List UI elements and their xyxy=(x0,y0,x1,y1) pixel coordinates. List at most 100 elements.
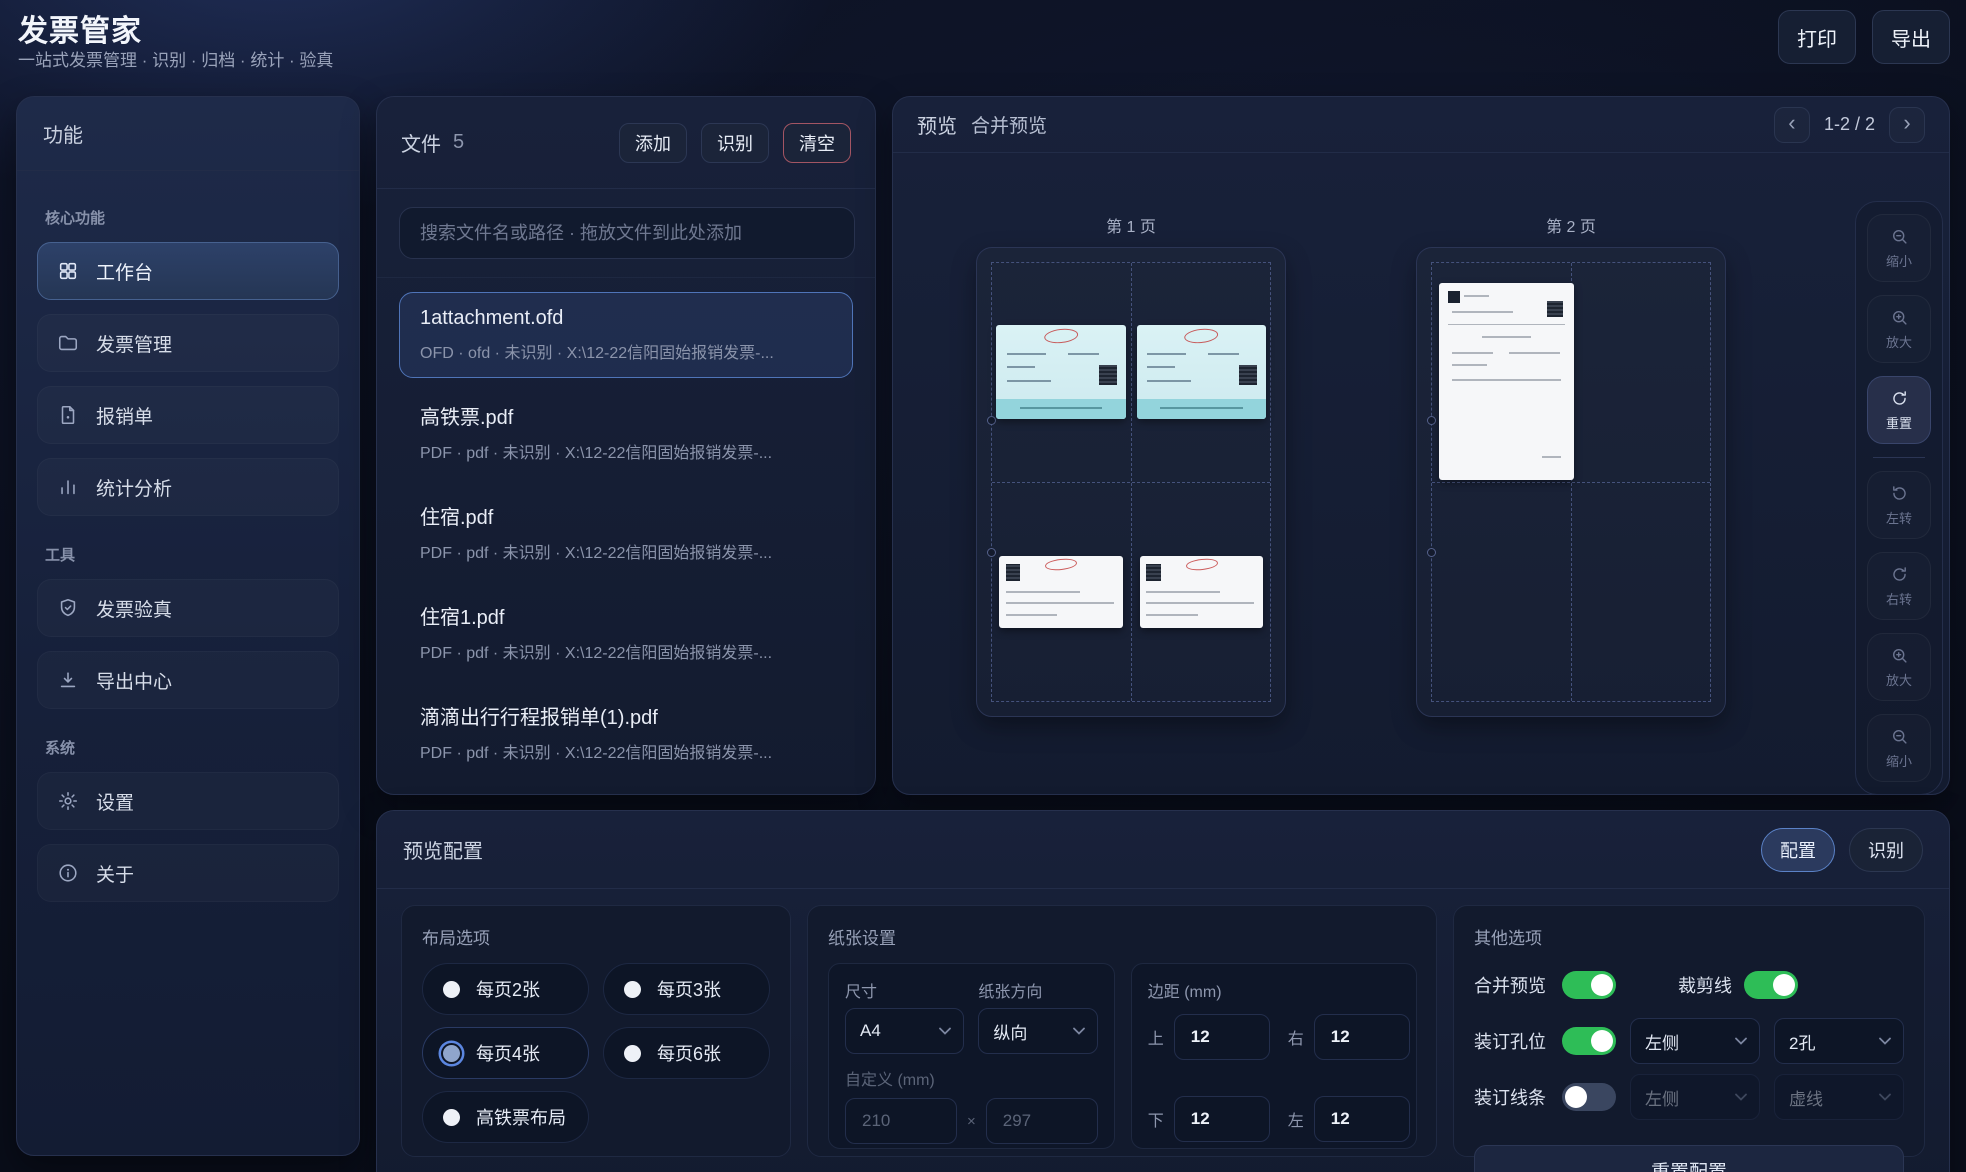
page-sheet xyxy=(1416,247,1726,717)
app-window: 发票管家 一站式发票管理 · 识别 · 归档 · 统计 · 验真 打印 导出 功… xyxy=(0,0,1966,1172)
search-input[interactable] xyxy=(399,207,855,259)
crop-line-toggle[interactable] xyxy=(1744,971,1798,999)
paper-size-select[interactable]: A4 xyxy=(845,1008,964,1054)
config-title: 预览配置 xyxy=(403,835,483,864)
custom-width-input[interactable]: 210 xyxy=(845,1098,957,1144)
radio-selected-icon xyxy=(443,1045,460,1062)
file-item[interactable]: 住宿1.pdf PDF · pdf · 未识别 · X:\12-22信阳固始报销… xyxy=(399,586,853,678)
chevron-down-icon xyxy=(939,1027,951,1035)
binding-holes-count-select[interactable]: 2孔 xyxy=(1774,1018,1904,1064)
custom-height-input[interactable]: 297 xyxy=(986,1098,1098,1144)
sidebar-section-tools: 工具 xyxy=(45,544,331,565)
orientation-select[interactable]: 纵向 xyxy=(978,1008,1097,1054)
sidebar-item-label: 工作台 xyxy=(96,258,153,285)
reset-icon xyxy=(1890,389,1909,408)
bar-chart-icon xyxy=(56,475,80,499)
scale-up-button[interactable]: 放大 xyxy=(1867,633,1931,701)
file-item[interactable]: 1attachment.ofd OFD · ofd · 未识别 · X:\12-… xyxy=(399,292,853,378)
preview-page-2: 第 2 页 xyxy=(1416,213,1726,717)
preview-config-panel: 预览配置 配置 识别 布局选项 每页2张 每页3张 xyxy=(376,810,1950,1172)
size-label: 尺寸 xyxy=(845,978,964,1002)
radio-icon xyxy=(443,1109,460,1126)
print-button[interactable]: 打印 xyxy=(1778,10,1856,64)
sidebar-title: 功能 xyxy=(17,97,359,171)
clear-files-button[interactable]: 清空 xyxy=(783,123,851,163)
file-meta: PDF · pdf · 未识别 · X:\12-22信阳固始报销发票-... xyxy=(420,439,832,463)
other-options-card: 其他选项 合并预览 裁剪线 装订孔位 左侧 2孔 xyxy=(1453,905,1925,1157)
sidebar-item-expense-form[interactable]: 报销单 xyxy=(37,386,339,444)
margin-right-label: 右 xyxy=(1288,1025,1304,1049)
sidebar-item-invoice-manage[interactable]: 发票管理 xyxy=(37,314,339,372)
next-page-button[interactable]: › xyxy=(1889,107,1925,143)
reset-view-button[interactable]: 重置 xyxy=(1867,376,1931,444)
binding-holes-side-select[interactable]: 左侧 xyxy=(1630,1018,1760,1064)
margins-group: 边距 (mm) 上 12 右 12 下 xyxy=(1131,963,1417,1149)
margin-left-input[interactable]: 12 xyxy=(1314,1096,1410,1142)
file-name: 高铁票.pdf xyxy=(420,401,832,430)
scale-down-button[interactable]: 缩小 xyxy=(1867,714,1931,782)
invoice-thumbnail xyxy=(1137,325,1266,419)
sidebar-item-invoice-verify[interactable]: 发票验真 xyxy=(37,579,339,637)
binding-line-style-select[interactable]: 虚线 xyxy=(1774,1074,1904,1120)
recognize-tab-button[interactable]: 识别 xyxy=(1849,828,1923,872)
page-sheet xyxy=(976,247,1286,717)
file-item[interactable]: 住宿.pdf PDF · pdf · 未识别 · X:\12-22信阳固始报销发… xyxy=(399,486,853,578)
margin-bottom-input[interactable]: 12 xyxy=(1174,1096,1270,1142)
sidebar-item-label: 发票验真 xyxy=(96,595,172,622)
sidebar-item-label: 关于 xyxy=(96,860,134,887)
margin-right-input[interactable]: 12 xyxy=(1314,1014,1410,1060)
sidebar-item-workbench[interactable]: 工作台 xyxy=(37,242,339,300)
invoice-thumbnail xyxy=(996,325,1125,419)
margin-bottom-label: 下 xyxy=(1148,1107,1164,1131)
merge-preview-label: 合并预览 xyxy=(1474,972,1562,998)
files-panel: 文件 5 添加 识别 清空 1attachment.ofd OFD · ofd … xyxy=(376,96,876,795)
layout-option-4-per-page[interactable]: 每页4张 xyxy=(422,1027,589,1079)
rotate-left-button[interactable]: 左转 xyxy=(1867,471,1931,539)
rotate-right-icon xyxy=(1890,565,1909,584)
rotate-left-icon xyxy=(1890,484,1909,503)
zoom-in-button[interactable]: 放大 xyxy=(1867,295,1931,363)
page-label: 第 2 页 xyxy=(1416,213,1726,237)
rotate-right-button[interactable]: 右转 xyxy=(1867,552,1931,620)
zoom-out-button[interactable]: 缩小 xyxy=(1867,214,1931,282)
invoice-thumbnail xyxy=(999,556,1122,628)
layout-option-train-ticket[interactable]: 高铁票布局 xyxy=(422,1091,589,1143)
layout-option-3-per-page[interactable]: 每页3张 xyxy=(603,963,770,1015)
times-symbol: × xyxy=(967,1113,976,1130)
binding-hole xyxy=(1427,548,1436,557)
zoom-in-icon xyxy=(1890,646,1909,665)
files-title: 文件 xyxy=(401,128,441,157)
margin-top-input[interactable]: 12 xyxy=(1174,1014,1270,1060)
paper-settings-card: 纸张设置 尺寸 纸张方向 A4 纵向 xyxy=(807,905,1437,1157)
binding-holes-toggle[interactable] xyxy=(1562,1027,1616,1055)
reset-config-button[interactable]: 重置配置 xyxy=(1474,1145,1904,1172)
export-button[interactable]: 导出 xyxy=(1872,10,1950,64)
sidebar-item-about[interactable]: 关于 xyxy=(37,844,339,902)
chevron-down-icon xyxy=(1073,1027,1085,1035)
binding-line-side-select[interactable]: 左侧 xyxy=(1630,1074,1760,1120)
pagination: ‹ 1-2 / 2 › xyxy=(1774,107,1925,143)
sidebar-item-settings[interactable]: 设置 xyxy=(37,772,339,830)
gear-icon xyxy=(56,789,80,813)
recognize-files-button[interactable]: 识别 xyxy=(701,123,769,163)
sidebar-item-export-center[interactable]: 导出中心 xyxy=(37,651,339,709)
sidebar-item-statistics[interactable]: 统计分析 xyxy=(37,458,339,516)
shield-check-icon xyxy=(56,596,80,620)
binding-line-toggle[interactable] xyxy=(1562,1083,1616,1111)
binding-line-label: 装订线条 xyxy=(1474,1084,1562,1110)
file-name: 1attachment.ofd xyxy=(420,307,832,330)
merge-preview-toggle[interactable] xyxy=(1562,971,1616,999)
layout-option-6-per-page[interactable]: 每页6张 xyxy=(603,1027,770,1079)
invoice-thumbnail xyxy=(1439,283,1575,480)
margins-title: 边距 (mm) xyxy=(1148,984,1222,1001)
add-file-button[interactable]: 添加 xyxy=(619,123,687,163)
layout-option-2-per-page[interactable]: 每页2张 xyxy=(422,963,589,1015)
file-list: 1attachment.ofd OFD · ofd · 未识别 · X:\12-… xyxy=(377,277,875,778)
prev-page-button[interactable]: ‹ xyxy=(1774,107,1810,143)
config-tab-button[interactable]: 配置 xyxy=(1761,828,1835,872)
file-item[interactable]: 高铁票.pdf PDF · pdf · 未识别 · X:\12-22信阳固始报销… xyxy=(399,386,853,478)
file-item[interactable]: 滴滴出行行程报销单(1).pdf PDF · pdf · 未识别 · X:\12… xyxy=(399,686,853,778)
binding-hole xyxy=(987,416,996,425)
preview-panel: 预览 合并预览 ‹ 1-2 / 2 › 第 1 页 xyxy=(892,96,1950,795)
file-meta: PDF · pdf · 未识别 · X:\12-22信阳固始报销发票-... xyxy=(420,739,832,763)
